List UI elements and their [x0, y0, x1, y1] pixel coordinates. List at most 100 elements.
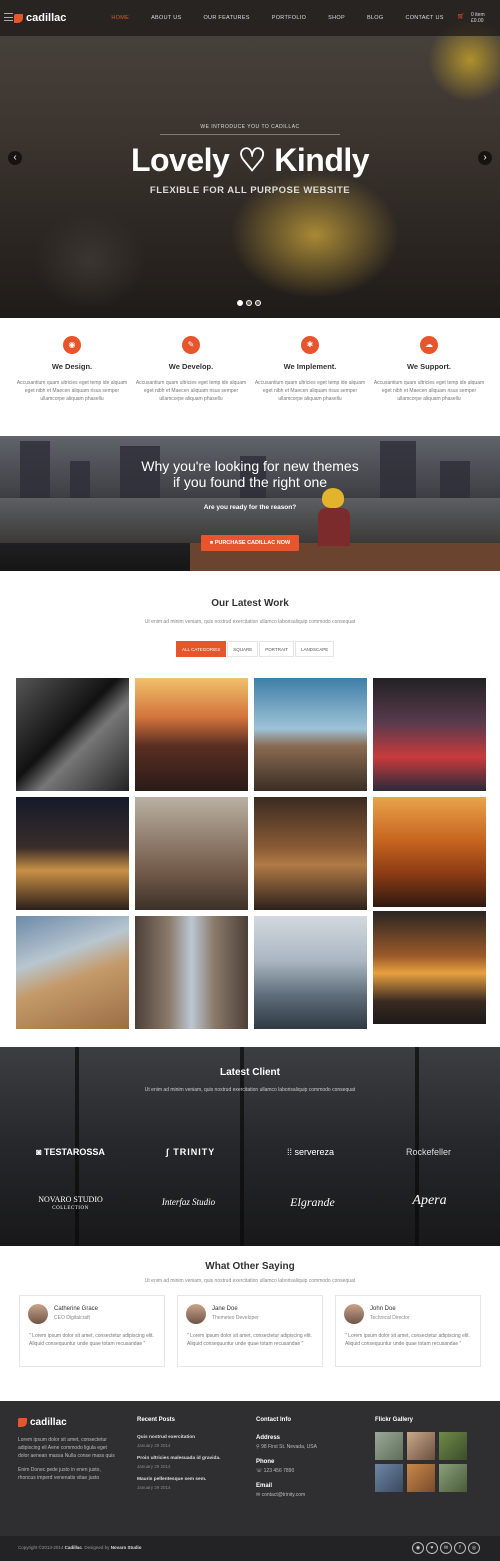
implement-icon: ✱ [301, 336, 319, 354]
testimonial-quote: " Lorem ipsum dolor sit amet, consectetu… [29, 1333, 154, 1347]
service-implement: ✱ We Implement. Accusantium quam ultrici… [250, 336, 370, 403]
service-text: Accusantium quam ultricies eget temp ide… [254, 380, 366, 402]
hero-divider [160, 134, 340, 135]
contact-email: Email ✉ contact@trinity.com [256, 1483, 306, 1498]
portfolio-item-dune[interactable] [16, 916, 129, 1029]
flickr-thumb[interactable] [407, 1432, 435, 1460]
filter-portrait[interactable]: PORTRAIT [259, 641, 294, 657]
filter-landscape[interactable]: LANDSCAPE [294, 641, 335, 657]
client-logo-testarossa[interactable]: ◙ TESTAROSSA [8, 1147, 133, 1157]
recent-post[interactable]: Mauris pellentesque sem sem. January 29 … [137, 1477, 242, 1490]
flickr-gallery-title: Flickr Gallery [375, 1417, 414, 1423]
design-icon: ◉ [63, 336, 81, 354]
instagram-icon[interactable]: ◉ [412, 1542, 424, 1554]
client-logo-trinity[interactable]: ʃ TRINITY [128, 1147, 253, 1157]
portfolio-section: Our Latest Work Ut enim ad minim veniam,… [0, 571, 500, 1047]
hero-slider: cadillac HOME ABOUT US OUR FEATURES PORT… [0, 0, 500, 318]
slider-next-arrow-icon[interactable]: › [478, 151, 492, 165]
portfolio-item-market[interactable] [135, 797, 248, 910]
portfolio-item-buildings[interactable] [135, 916, 248, 1029]
footer-recent-posts: Recent Posts Quis nostrud exercitation J… [137, 1417, 242, 1490]
client-logo-apera[interactable]: Apera [367, 1193, 492, 1209]
promo-subtitle: Are you ready for the reason? [203, 504, 297, 511]
service-text: Accusantium quam ultricies eget temp ide… [135, 380, 247, 402]
hamburger-menu-icon[interactable] [4, 13, 13, 21]
slider-dot[interactable] [255, 300, 261, 306]
heart-icon: ♡ [237, 142, 267, 178]
service-title: We Develop. [168, 362, 214, 371]
search-icon[interactable]: ⌕ [425, 14, 429, 22]
logo[interactable]: cadillac [14, 12, 66, 24]
promo-banner: Why you're looking for new themes if you… [0, 436, 500, 571]
flickr-thumb[interactable] [375, 1432, 403, 1460]
service-title: We Design. [51, 362, 93, 371]
service-text: Accusantium quam ultricies eget temp ide… [373, 380, 485, 402]
slider-prev-arrow-icon[interactable]: ‹ [8, 151, 22, 165]
nav-shop[interactable]: SHOP [317, 15, 356, 21]
slider-dot[interactable] [237, 300, 243, 306]
portfolio-item-times-square[interactable] [373, 678, 486, 791]
portfolio-item-bar[interactable] [254, 797, 367, 910]
recent-post[interactable]: Quis nostrud exercitation January 29 201… [137, 1435, 242, 1448]
portfolio-item-night-street[interactable] [16, 797, 129, 910]
testimonial-quote: " Lorem ipsum dolor sit amet, consectetu… [345, 1333, 470, 1347]
footer-about-text: Lorem ipsum dolor sit amet, consectetur … [18, 1437, 115, 1459]
nav-our-features[interactable]: OUR FEATURES [192, 15, 260, 21]
portfolio-item-highway[interactable] [373, 911, 486, 1024]
camera-icon: ◙ [36, 1147, 42, 1157]
service-text: Accusantium quam ultricies eget temp ide… [16, 380, 128, 402]
social-links: ◉ ♥ ✉ f ◎ [412, 1542, 480, 1554]
flickr-thumb[interactable] [439, 1432, 467, 1460]
client-logo-rockefeller[interactable]: Rockefeller [366, 1147, 491, 1157]
slider-dot[interactable] [246, 300, 252, 306]
service-title: We Implement. [283, 362, 337, 371]
portfolio-item-skyline[interactable] [254, 916, 367, 1029]
portfolio-item-mountain[interactable] [254, 678, 367, 791]
hero-title: Lovely ♡ Kindly [0, 141, 500, 179]
client-logo-interfaz[interactable]: Interfaz Studio [126, 1197, 251, 1207]
portfolio-item-railway[interactable] [135, 678, 248, 791]
main-nav: HOME ABOUT US OUR FEATURES PORTFOLIO SHO… [100, 15, 454, 21]
logo-mark-icon [18, 1418, 27, 1427]
nav-blog[interactable]: BLOG [356, 15, 394, 21]
hero-title-left: Lovely [130, 142, 230, 178]
nav-portfolio[interactable]: PORTFOLIO [261, 15, 317, 21]
heart-social-icon[interactable]: ♥ [426, 1542, 438, 1554]
recent-post[interactable]: Proin ultricies malesuada id gravida. Ja… [137, 1456, 242, 1469]
avatar [28, 1304, 48, 1324]
footer-bottom-bar: Copyright ©2013-2014 Cadillac. Designed … [0, 1536, 500, 1561]
nav-home[interactable]: HOME [100, 15, 140, 21]
map-pin-icon: ⚲ [256, 1444, 260, 1450]
testimonial-role: CEO Digitalcraft [54, 1315, 90, 1321]
dribbble-icon[interactable]: ◎ [468, 1542, 480, 1554]
flickr-thumb[interactable] [375, 1464, 403, 1492]
cart-summary[interactable]: 0 item £0.00 [471, 12, 485, 24]
portfolio-item-sunset-street[interactable] [373, 797, 486, 907]
grid-icon: ⁞⁞ [286, 1147, 292, 1157]
flickr-thumb[interactable] [439, 1464, 467, 1492]
service-develop: ✎ We Develop. Accusantium quam ultricies… [131, 336, 251, 403]
testimonial-name: Jane Doe [212, 1306, 238, 1312]
flickr-thumb[interactable] [407, 1464, 435, 1492]
cart-total: £0.00 [471, 18, 484, 24]
testimonial-name: John Doe [370, 1306, 396, 1312]
filter-all-categories[interactable]: ALL CATEGORIES [176, 641, 227, 657]
footer-logo[interactable]: cadillac [18, 1417, 118, 1428]
client-logo-novaro[interactable]: NOVARO STUDIO COLLECTION [8, 1195, 133, 1211]
email-icon[interactable]: ✉ [440, 1542, 452, 1554]
facebook-icon[interactable]: f [454, 1542, 466, 1554]
portfolio-filters: ALL CATEGORIES SQUARE PORTRAIT LANDSCAPE [176, 641, 335, 657]
portfolio-title: Our Latest Work [211, 598, 289, 609]
filter-square[interactable]: SQUARE [227, 641, 259, 657]
clients-subtitle: Ut enim ad minim veniam, quis nostrud ex… [144, 1087, 356, 1093]
avatar [186, 1304, 206, 1324]
client-logo-elgrande[interactable]: Elgrande [250, 1195, 375, 1210]
nav-about-us[interactable]: ABOUT US [140, 15, 192, 21]
footer-about: cadillac Lorem ipsum dolor sit amet, con… [18, 1417, 118, 1482]
cart-icon[interactable]: 🛒︎ [457, 13, 465, 20]
portfolio-item-camera[interactable] [16, 678, 129, 791]
purchase-button[interactable]: ■ PURCHASE CADILLAC NOW [201, 535, 299, 551]
client-logo-servereza[interactable]: ⁞⁞ servereza [248, 1147, 373, 1157]
avatar [344, 1304, 364, 1324]
flickr-grid [375, 1432, 475, 1492]
